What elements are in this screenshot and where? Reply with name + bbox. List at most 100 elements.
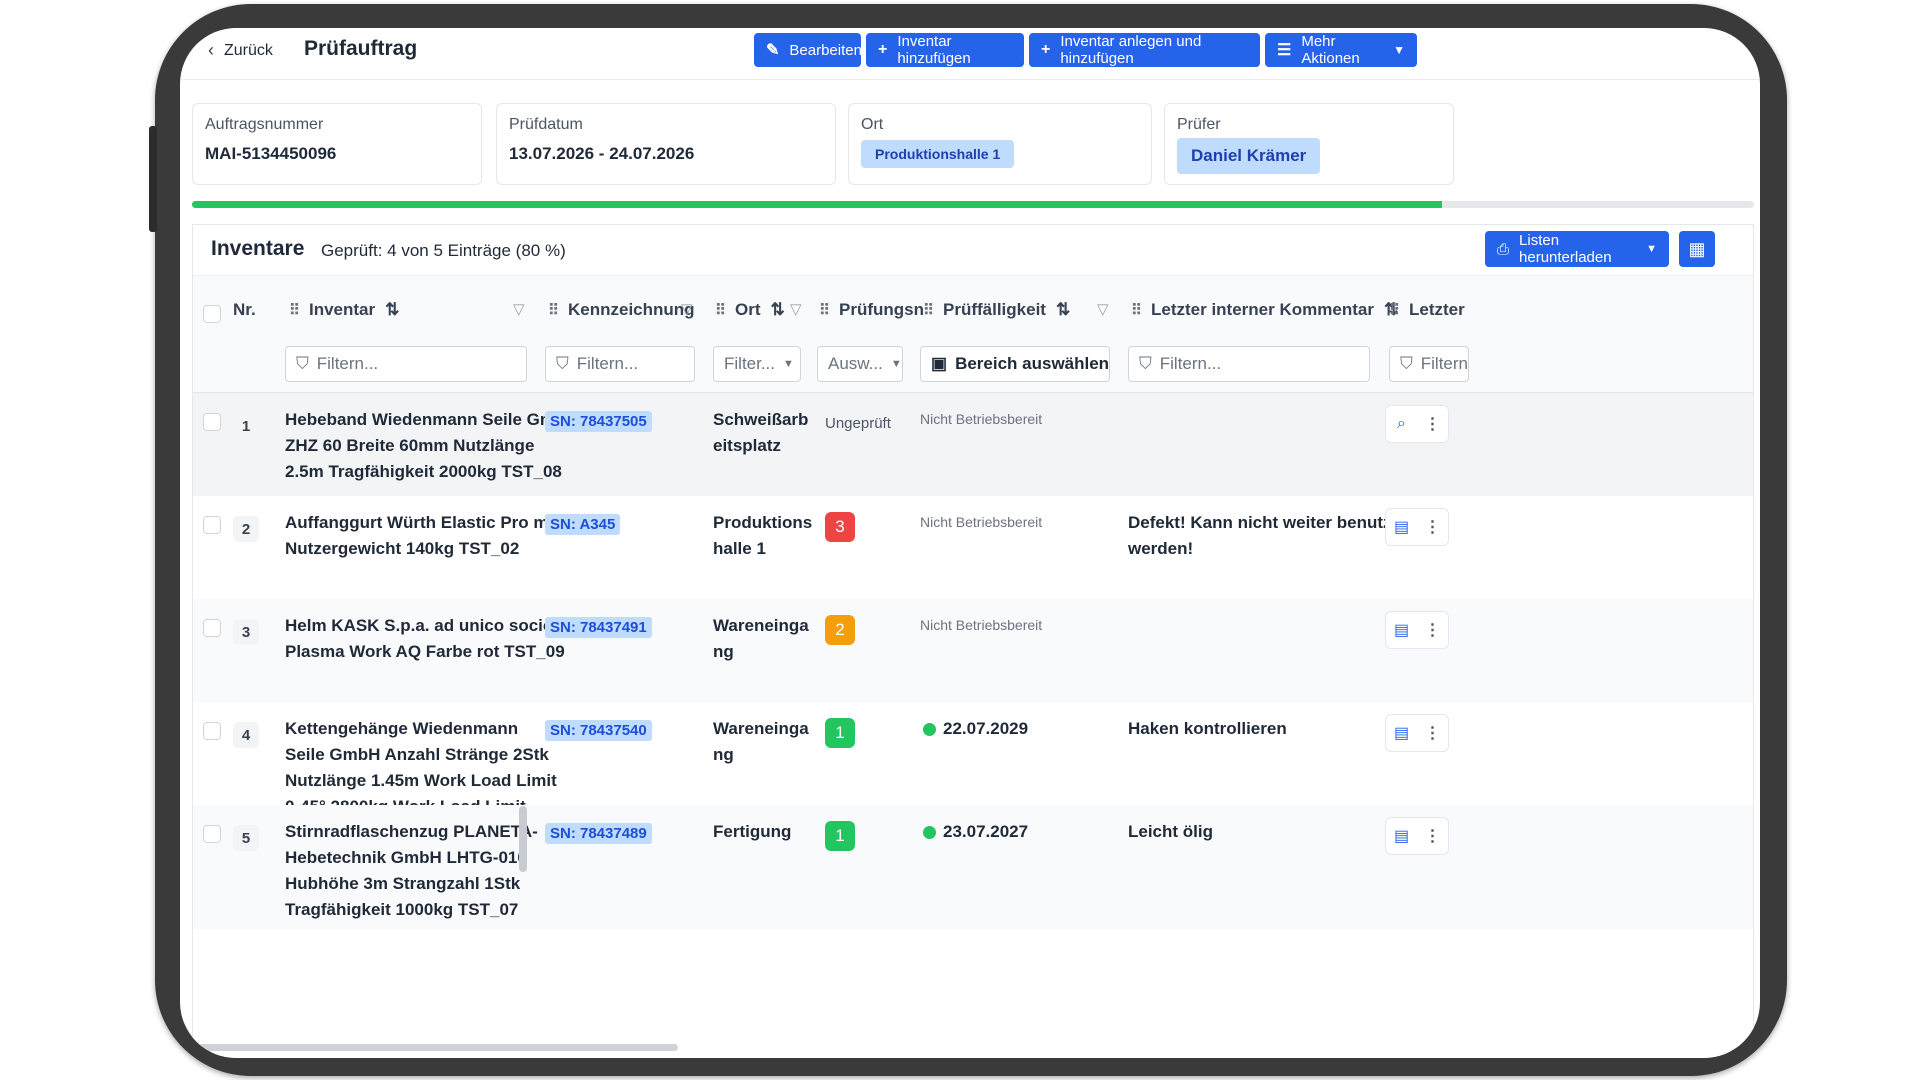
inventory-name-line: 2.5m Tragfähigkeit 2000kg TST_08 [285, 462, 562, 481]
due-date: 23.07.2027 [943, 822, 1029, 841]
location-text: Wareneinga ng [713, 716, 809, 768]
drag-handle-icon[interactable]: ⠿ [289, 301, 300, 319]
document-icon[interactable]: ▤ [1386, 517, 1417, 537]
serial-number-badge[interactable]: SN: 78437540 [545, 720, 652, 741]
more-vertical-icon[interactable]: ⋮ [1417, 414, 1448, 434]
drag-handle-icon[interactable]: ⠿ [548, 301, 559, 319]
pruefungsn-filter-select[interactable]: Ausw... ▼ [817, 346, 903, 382]
location-line: ng [713, 642, 734, 661]
sort-icon[interactable]: ⇅ [1056, 300, 1070, 320]
calendar-icon: ▣ [931, 354, 948, 373]
kennzeichnung-filter-placeholder: Filtern... [576, 354, 639, 373]
back-label: Zurück [224, 41, 273, 59]
inventory-title: Inventare [211, 237, 305, 260]
document-icon[interactable]: ▤ [1386, 826, 1417, 846]
search-icon[interactable]: ⌕ [1386, 415, 1417, 433]
operational-status: Nicht Betriebsbereit [920, 514, 1043, 530]
kommentar-filter-input[interactable]: ⛉ Filtern... [1128, 346, 1370, 382]
row-number: 5 [233, 825, 259, 851]
inspector-card: Prüfer Daniel Krämer [1164, 103, 1454, 185]
top-bar: ‹ Zurück Prüfauftrag ✎ Bearbeiten + Inve… [180, 28, 1760, 80]
more-vertical-icon[interactable]: ⋮ [1417, 517, 1448, 537]
drag-handle-icon[interactable]: ⠿ [923, 301, 934, 319]
back-button[interactable]: ‹ Zurück [208, 40, 273, 61]
column-kennzeichnung[interactable]: ⠿ Kennzeichnung [548, 300, 695, 320]
funnel-icon[interactable]: ▽ [681, 300, 693, 318]
table-layout-button[interactable]: ▦ [1679, 231, 1715, 267]
letzter-filter-input[interactable]: ⛉ Filtern [1389, 346, 1469, 382]
faelligkeit-range-picker[interactable]: ▣ Bereich auswählen [920, 346, 1110, 382]
page-title: Prüfauftrag [304, 37, 418, 60]
location-card: Ort Produktionshalle 1 [848, 103, 1152, 185]
more-actions-button[interactable]: ☰ Mehr Aktionen ▼ [1265, 33, 1417, 67]
ort-filter-select[interactable]: Filter... ▼ [713, 346, 801, 382]
comment-line: Defekt! Kann nicht weiter benutzt [1128, 513, 1398, 532]
column-pruefungsn[interactable]: ⠿ Prüfungsn [819, 300, 924, 320]
chevron-down-icon: ▼ [783, 358, 794, 370]
create-add-inventory-label: Inventar anlegen und hinzufügen [1060, 33, 1202, 67]
row-checkbox[interactable] [203, 722, 221, 740]
create-add-inventory-button[interactable]: + Inventar anlegen und hinzufügen [1029, 33, 1260, 67]
drag-handle-icon[interactable]: ⠿ [1131, 301, 1142, 319]
app-screen: ‹ Zurück Prüfauftrag ✎ Bearbeiten + Inve… [180, 28, 1760, 1058]
cell-scrollbar[interactable] [519, 806, 527, 872]
comment-text: Leicht ölig [1128, 822, 1213, 841]
column-letzter[interactable]: ⠿ Letzter [1389, 300, 1465, 320]
download-lists-button[interactable]: ⎙ Listen herunterladen ▼ [1485, 231, 1669, 267]
funnel-icon: ⛉ [1139, 354, 1152, 373]
row-actions: ▤ ⋮ [1385, 714, 1449, 752]
row-number: 4 [233, 722, 259, 748]
drag-handle-icon[interactable]: ⠿ [715, 301, 726, 319]
row-checkbox[interactable] [203, 516, 221, 534]
location-label: Ort [861, 116, 884, 133]
chevron-down-icon: ▼ [1393, 43, 1405, 57]
inventar-filter-placeholder: Filtern... [316, 354, 379, 373]
inspector-label: Prüfer [1177, 116, 1221, 133]
document-icon[interactable]: ▤ [1386, 620, 1417, 640]
drag-handle-icon[interactable]: ⠿ [1389, 301, 1400, 319]
more-vertical-icon[interactable]: ⋮ [1417, 620, 1448, 640]
table-row[interactable]: 5 Stirnradflaschenzug PLANETA- Hebetechn… [193, 805, 1753, 929]
column-faelligkeit[interactable]: ⠿ Prüffälligkeit ⇅ [923, 300, 1070, 320]
serial-number-badge[interactable]: SN: 78437489 [545, 823, 652, 844]
select-all-checkbox[interactable] [203, 305, 221, 323]
add-inventory-button[interactable]: + Inventar hinzufügen [866, 33, 1024, 67]
serial-number-badge[interactable]: SN: A345 [545, 514, 621, 535]
edit-icon: ✎ [766, 42, 780, 59]
more-vertical-icon[interactable]: ⋮ [1417, 723, 1448, 743]
document-icon[interactable]: ▤ [1386, 723, 1417, 743]
serial-number-badge[interactable]: SN: 78437491 [545, 617, 652, 638]
kennzeichnung-filter-input[interactable]: ⛉ Filtern... [545, 346, 695, 382]
row-checkbox[interactable] [203, 825, 221, 843]
serial-number-badge[interactable]: SN: 78437505 [545, 411, 652, 432]
row-checkbox[interactable] [203, 413, 221, 431]
row-checkbox[interactable] [203, 619, 221, 637]
inventory-name-line: Hebetechnik GmbH LHTG-010 [285, 848, 527, 867]
edit-button[interactable]: ✎ Bearbeiten [754, 33, 862, 67]
kommentar-filter-placeholder: Filtern... [1159, 354, 1222, 373]
funnel-icon[interactable]: ▽ [513, 300, 525, 318]
operational-status: Nicht Betriebsbereit [920, 411, 1043, 427]
sort-icon[interactable]: ⇅ [385, 300, 399, 320]
column-nr-label: Nr. [233, 300, 256, 319]
inventar-filter-input[interactable]: ⛉ Filtern... [285, 346, 527, 382]
inspector-chip[interactable]: Daniel Krämer [1177, 138, 1321, 174]
status-dot [923, 826, 936, 839]
column-nr: Nr. [233, 300, 256, 320]
drag-handle-icon[interactable]: ⠿ [819, 301, 830, 319]
location-line: Wareneinga [713, 616, 809, 635]
column-kommentar[interactable]: ⠿ Letzter interner Kommentar ⇅ [1131, 300, 1398, 320]
more-vertical-icon[interactable]: ⋮ [1417, 826, 1448, 846]
horizontal-scrollbar[interactable] [198, 1044, 678, 1051]
location-chip[interactable]: Produktionshalle 1 [861, 140, 1015, 168]
inventory-name-line: Hubhöhe 3m Strangzahl 1Stk [285, 874, 521, 893]
sort-icon[interactable]: ⇅ [771, 300, 785, 320]
column-inventar[interactable]: ⠿ Inventar ⇅ [289, 300, 399, 320]
funnel-icon[interactable]: ▽ [790, 300, 802, 318]
funnel-icon[interactable]: ▽ [1097, 300, 1109, 318]
order-number-value: MAI-5134450096 [205, 144, 337, 163]
column-ort[interactable]: ⠿ Ort ⇅ [715, 300, 785, 320]
location-text: Wareneinga ng [713, 613, 809, 665]
test-date-label: Prüfdatum [509, 116, 583, 133]
inventory-name-line: Hebeband Wiedenmann Seile GmbH [285, 410, 578, 429]
